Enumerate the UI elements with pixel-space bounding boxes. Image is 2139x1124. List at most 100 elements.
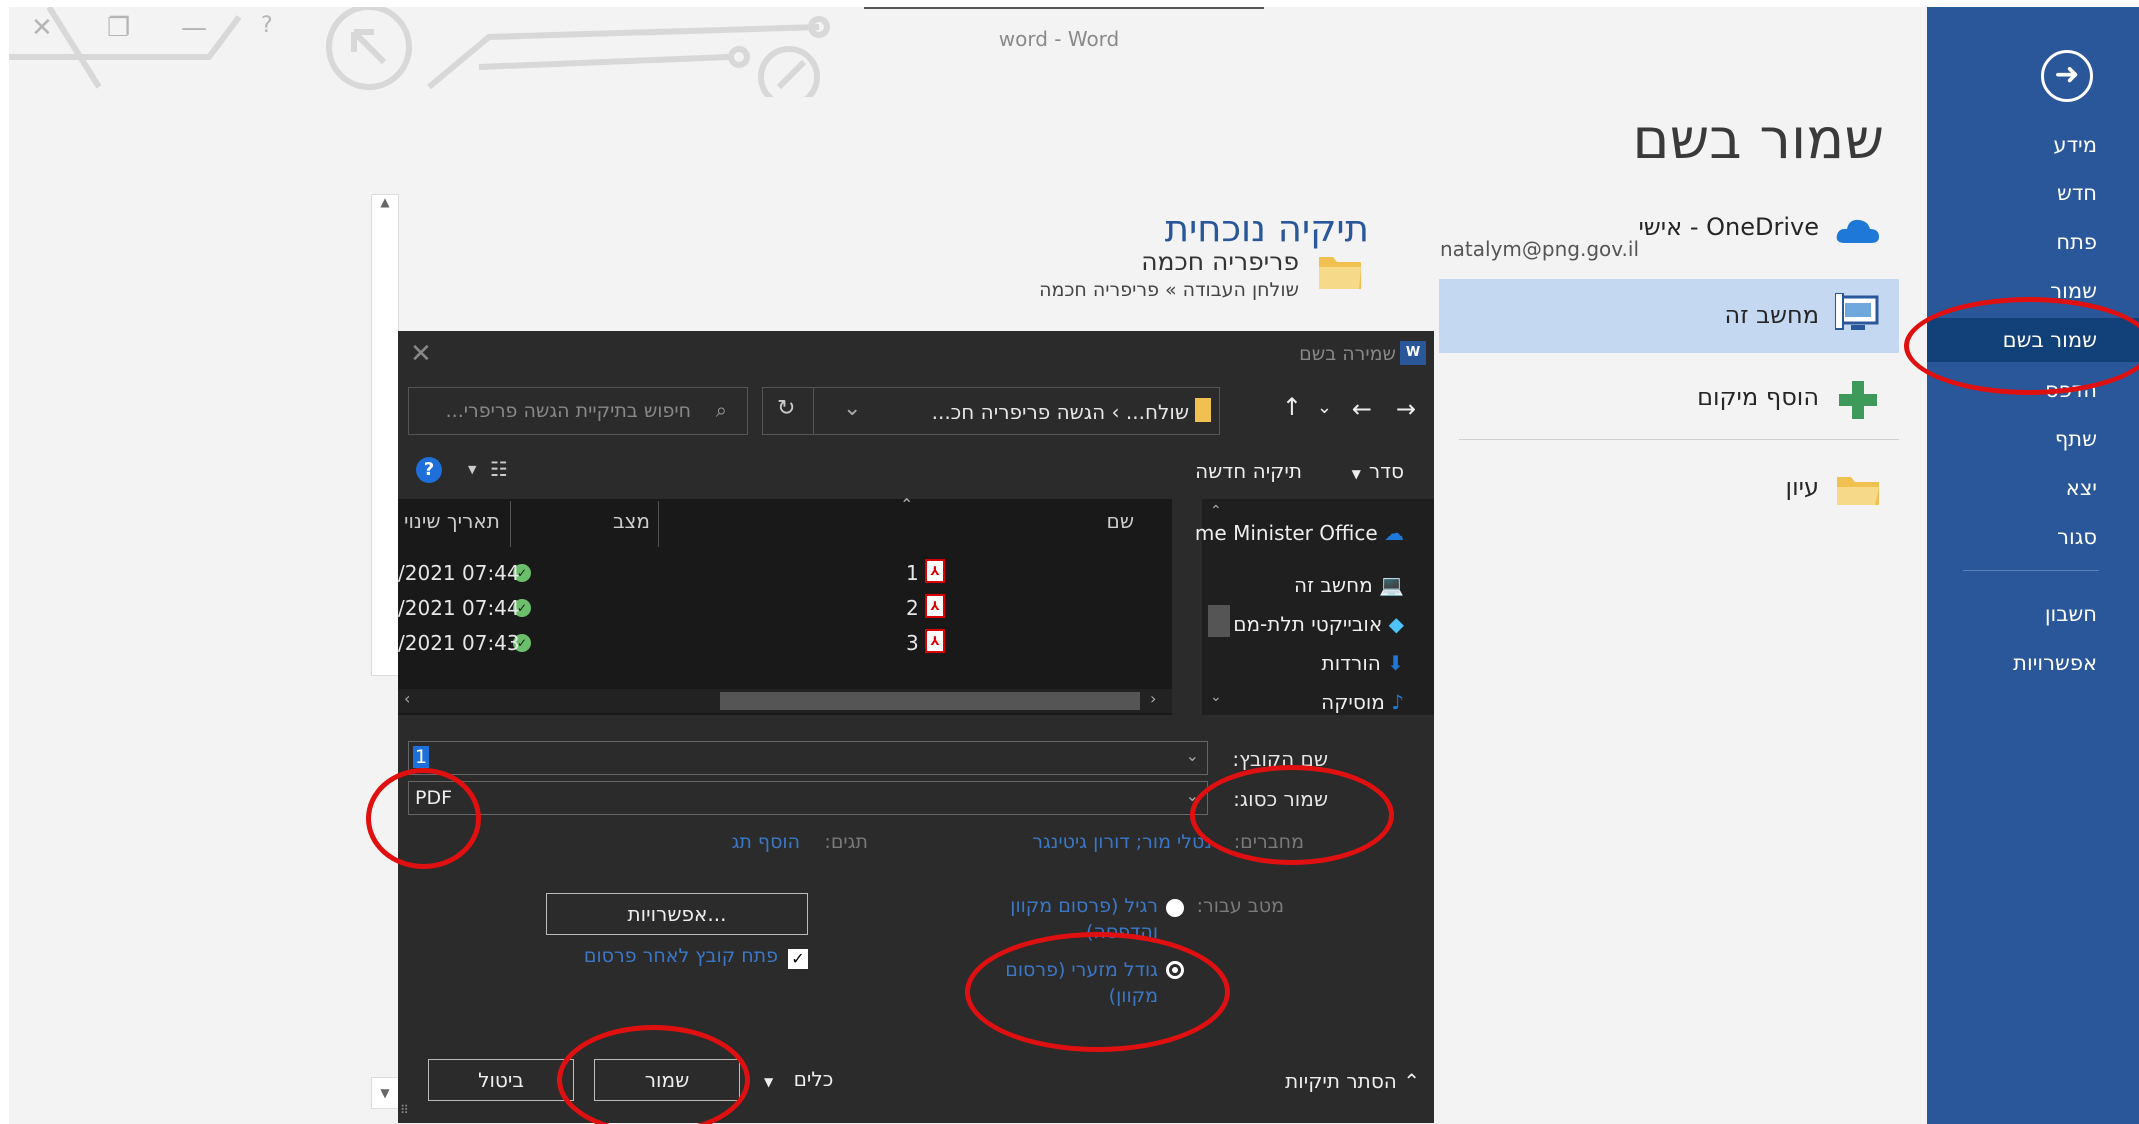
onedrive-cloud-icon: ☁ xyxy=(1384,521,1404,545)
scrollbar[interactable]: ▲ xyxy=(371,194,399,676)
divider xyxy=(1459,439,1899,440)
annotation-ellipse xyxy=(366,768,481,869)
filename-input[interactable]: 1 ⌄ xyxy=(408,741,1208,775)
forward-arrow-icon[interactable]: ← xyxy=(1352,395,1372,423)
word-backstage: ✕ ❐ — ? word - Word שמור בשם OneDrive - … xyxy=(9,7,2139,1124)
open-after-checkbox[interactable]: ✓ xyxy=(788,949,808,969)
scroll-thumb[interactable] xyxy=(720,692,1140,710)
plus-icon xyxy=(1839,381,1877,419)
current-folder-name[interactable]: פריפריה חכמה xyxy=(1141,247,1299,276)
tools-menu[interactable]: כלים ▼ xyxy=(764,1067,833,1091)
horizontal-scrollbar[interactable]: ‹ › xyxy=(398,689,1172,713)
resize-grip-icon[interactable]: ⠿ xyxy=(400,1103,409,1117)
sidebar-item-new[interactable]: חדש xyxy=(1927,173,2139,213)
dialog-title: שמירה בשם xyxy=(1299,343,1396,365)
current-folder-title: תיקיה נוכחית xyxy=(1164,207,1369,250)
sidebar-item-info[interactable]: מידע xyxy=(1927,125,2139,165)
scroll-left-icon[interactable]: ‹ xyxy=(404,689,410,708)
address-bar[interactable]: שולח... › הגשה פריפריה חכ... ⌄ ↻ xyxy=(762,387,1220,435)
sidebar-item-export[interactable]: יצא xyxy=(1927,468,2139,508)
nav-item-onedrive[interactable]: ☁ me Minister Office xyxy=(1195,521,1404,545)
music-icon: ♪ xyxy=(1391,690,1404,714)
refresh-icon[interactable]: ↻ xyxy=(777,396,795,421)
recent-dropdown-icon[interactable]: ⌄ xyxy=(1317,397,1332,418)
sidebar-item-options[interactable]: אפשרויות xyxy=(1927,643,2139,683)
sidebar-item-share[interactable]: שתף xyxy=(1927,419,2139,459)
column-name[interactable]: שם xyxy=(1107,509,1134,533)
column-status[interactable]: מצב xyxy=(613,509,650,533)
column-divider xyxy=(658,501,659,547)
annotation-ellipse xyxy=(965,932,1230,1052)
tags-label: תגים: xyxy=(824,831,868,853)
location-this-pc[interactable]: מחשב זה xyxy=(1439,279,1899,353)
help-icon[interactable]: ? xyxy=(261,13,273,38)
folder-icon xyxy=(1837,477,1879,505)
search-placeholder: חיפוש בתיקיית הגשה פריפרי... xyxy=(445,400,691,422)
close-icon[interactable]: ✕ xyxy=(410,339,432,369)
computer-icon: 💻 xyxy=(1379,573,1404,597)
pdf-file-icon: ⅄ xyxy=(925,629,945,653)
nav-item-3d-objects[interactable]: ◆ אובייקטי תלת-מם xyxy=(1233,612,1404,636)
chevron-down-icon[interactable]: ⌄ xyxy=(1186,746,1199,765)
minimize-icon[interactable]: — xyxy=(181,13,207,43)
tools-label: כלים xyxy=(793,1067,834,1091)
cancel-button[interactable]: ביטול xyxy=(428,1059,574,1101)
optimize-label: מטב עבור: xyxy=(1196,895,1284,917)
options-button[interactable]: אפשרויות... xyxy=(546,893,808,935)
3d-objects-icon: ◆ xyxy=(1388,612,1404,636)
search-input[interactable]: חיפוש בתיקיית הגשה פריפרי... ⌕ xyxy=(408,387,748,435)
scroll-right-icon[interactable]: › xyxy=(1150,689,1156,708)
divider xyxy=(1963,570,2099,571)
scrollbar-bottom[interactable]: ▼ xyxy=(371,1077,399,1109)
back-arrow-icon[interactable]: ➜ xyxy=(2041,50,2093,102)
back-arrow-icon[interactable]: → xyxy=(1396,395,1416,423)
view-dropdown-icon[interactable]: ▼ xyxy=(468,463,476,476)
nav-item-music[interactable]: ♪ מוסיקה xyxy=(1321,690,1404,714)
location-label: OneDrive - אישי xyxy=(1638,213,1819,241)
location-label: עיון xyxy=(1785,473,1819,501)
annotation-ellipse xyxy=(1904,297,2139,395)
account-email: natalym@png.gov.il xyxy=(1439,237,1639,261)
help-icon[interactable]: ? xyxy=(416,457,442,483)
nav-item-label: מוסיקה xyxy=(1321,690,1385,714)
hide-folders-button[interactable]: ⌃ הסתר תיקיות xyxy=(1285,1069,1420,1093)
view-options-icon[interactable]: ☷ xyxy=(490,457,508,481)
current-folder-path: שולחן העבודה » פריפריה חכמה xyxy=(1039,279,1299,301)
new-folder-button[interactable]: תיקיה חדשה xyxy=(1195,459,1302,483)
sidebar-item-close[interactable]: סגור xyxy=(1927,517,2139,557)
nav-item-downloads[interactable]: ⬇ הורדות xyxy=(1322,651,1404,675)
scroll-thumb[interactable] xyxy=(1208,605,1230,637)
open-after-label[interactable]: פתח קובץ לאחר פרסום xyxy=(584,945,778,967)
location-browse[interactable]: עיון xyxy=(1439,457,1899,523)
scroll-up-icon[interactable]: ⌃ xyxy=(1210,503,1222,519)
sidebar-item-open[interactable]: פתח xyxy=(1927,222,2139,262)
close-window-icon[interactable]: ✕ xyxy=(31,13,53,43)
file-modified: /2021 07:43 xyxy=(398,631,520,655)
chevron-down-icon[interactable]: ⌄ xyxy=(843,396,861,421)
tags-value[interactable]: הוסף תג xyxy=(732,831,800,853)
nav-item-this-pc[interactable]: 💻 מחשב זה xyxy=(1294,573,1404,597)
sidebar-item-account[interactable]: חשבון xyxy=(1927,594,2139,634)
scroll-down-icon[interactable]: ▼ xyxy=(372,1086,398,1100)
nav-item-label: הורדות xyxy=(1321,651,1381,675)
filename-value: 1 xyxy=(413,746,430,768)
location-onedrive[interactable]: OneDrive - אישי natalym@png.gov.il xyxy=(1439,197,1899,283)
sort-up-icon: ⌃ xyxy=(900,495,914,514)
scroll-up-icon[interactable]: ▲ xyxy=(372,195,398,209)
dropdown-icon: ▼ xyxy=(764,1075,774,1089)
save-as-dialog: W שמירה בשם ✕ → ← ⌄ ↑ שולח... › הגשה פרי… xyxy=(398,331,1434,1123)
location-label: הוסף מיקום xyxy=(1697,383,1819,411)
location-add-place[interactable]: הוסף מיקום xyxy=(1439,367,1899,433)
savetype-select[interactable]: PDF ⌄ xyxy=(408,781,1208,815)
restore-icon[interactable]: ❐ xyxy=(107,13,130,43)
column-modified[interactable]: תאריך שינוי xyxy=(404,509,500,533)
scroll-down-icon[interactable]: ⌄ xyxy=(1210,689,1222,705)
radio-standard[interactable] xyxy=(1166,899,1184,917)
pdf-file-icon: ⅄ xyxy=(925,594,945,618)
file-modified: /2021 07:44 xyxy=(398,596,520,620)
authors-value[interactable]: נטלי מור; דורון גיטינגר xyxy=(1032,831,1212,853)
up-arrow-icon[interactable]: ↑ xyxy=(1282,393,1302,421)
organize-button[interactable]: סדר▼ xyxy=(1352,459,1404,483)
folder-icon xyxy=(1319,257,1361,289)
pdf-file-icon: ⅄ xyxy=(925,559,945,583)
